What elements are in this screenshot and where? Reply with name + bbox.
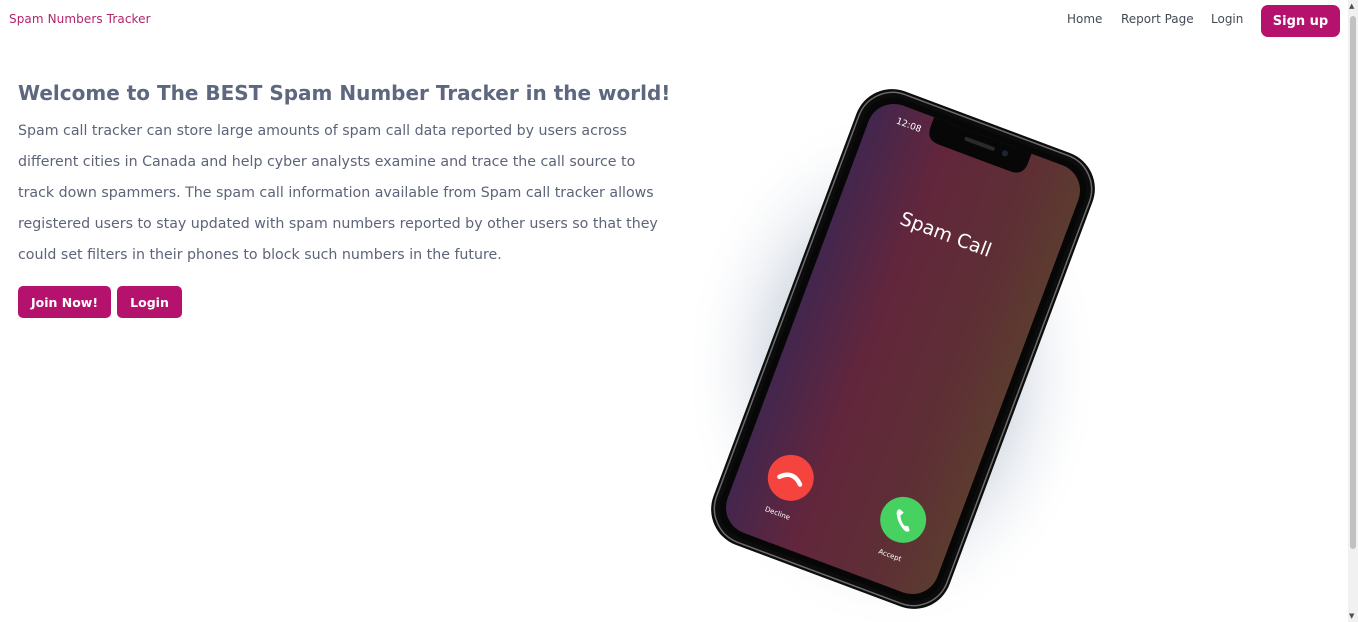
hero-login-button[interactable]: Login — [117, 286, 182, 318]
brand-link[interactable]: Spam Numbers Tracker — [9, 12, 151, 26]
scrollbar-thumb[interactable] — [1350, 16, 1356, 549]
scroll-up-icon[interactable]: ▲ — [1349, 2, 1354, 10]
nav-link-login[interactable]: Login — [1211, 12, 1243, 26]
nav-link-report-page[interactable]: Report Page — [1121, 12, 1194, 26]
phone-svg: 12:08 Spam Call Decline Accept — [682, 89, 1102, 622]
hero-title: Welcome to The BEST Spam Number Tracker … — [18, 81, 671, 105]
navbar: Spam Numbers Tracker Home Report Page Lo… — [0, 0, 1348, 40]
page: Spam Numbers Tracker Home Report Page Lo… — [0, 0, 1358, 622]
join-now-button[interactable]: Join Now! — [18, 286, 111, 318]
phone-illustration: 12:08 Spam Call Decline Accept — [672, 70, 1102, 622]
nav-link-home[interactable]: Home — [1067, 12, 1102, 26]
signup-button[interactable]: Sign up — [1261, 5, 1340, 37]
scrollbar[interactable]: ▲ ▼ — [1348, 0, 1358, 622]
scroll-down-icon[interactable]: ▼ — [1349, 612, 1354, 620]
hero-description: Spam call tracker can store large amount… — [18, 123, 658, 263]
